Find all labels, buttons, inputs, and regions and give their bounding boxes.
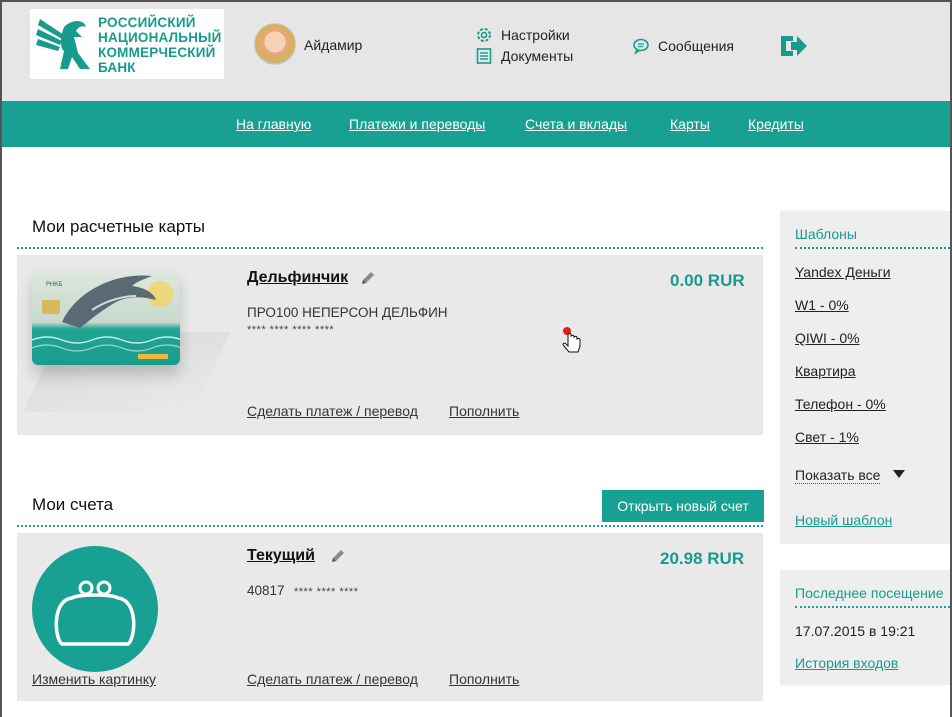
template-item[interactable]: QIWI - 0% [795, 330, 860, 346]
last-visit-title: Последнее посещение [795, 585, 944, 601]
edit-pencil-icon[interactable] [360, 270, 376, 286]
card-image[interactable]: РНКБ [32, 270, 180, 365]
template-item[interactable]: Свет - 1% [795, 429, 859, 445]
card-holder: ПРО100 НЕПЕРСОН ДЕЛЬФИН [247, 305, 448, 320]
card-name[interactable]: Дельфинчик [247, 269, 348, 287]
gear-icon [477, 28, 491, 42]
hand-cursor-icon [562, 327, 581, 353]
templates-title: Шаблоны [795, 226, 857, 242]
purse-icon [54, 580, 136, 646]
show-all-label: Показать все [795, 467, 881, 483]
card-balance: 0.00 RUR [670, 271, 745, 290]
bank-logo[interactable]: РОССИЙСКИЙ НАЦИОНАЛЬНЫЙ КОММЕРЧЕСКИЙ БАН… [30, 9, 224, 79]
app-window: РОССИЙСКИЙ НАЦИОНАЛЬНЫЙ КОММЕРЧЕСКИЙ БАН… [0, 0, 952, 717]
dolphin-card-art: РНКБ [32, 275, 180, 359]
nav-payments[interactable]: Платежи и переводы [349, 116, 485, 132]
nav-cards[interactable]: Карты [670, 116, 710, 132]
cards-section-title: Мои расчетные карты [32, 217, 205, 236]
griffin-logo-icon [36, 19, 90, 69]
messages-link[interactable]: Сообщения [632, 37, 734, 55]
last-visit-datetime: 17.07.2015 в 19:21 [795, 623, 916, 639]
header: РОССИЙСКИЙ НАЦИОНАЛЬНЫЙ КОММЕРЧЕСКИЙ БАН… [2, 2, 950, 101]
templates-divider [795, 247, 950, 249]
documents-label: Документы [501, 48, 574, 64]
nav-home[interactable]: На главную [236, 116, 311, 132]
show-all-toggle[interactable]: Показать все [795, 467, 881, 484]
user-name[interactable]: Айдамир [304, 37, 362, 53]
logout-icon[interactable] [779, 33, 809, 59]
avatar[interactable] [254, 23, 296, 65]
last-visit-panel: Последнее посещение 17.07.2015 в 19:21 И… [780, 570, 950, 685]
account-image[interactable] [32, 546, 158, 672]
template-item[interactable]: Квартира [795, 363, 856, 379]
chat-bubble-icon [633, 38, 649, 55]
nav-accounts[interactable]: Счета и вклады [525, 116, 627, 132]
change-image-link[interactable]: Изменить картинку [32, 671, 156, 687]
last-visit-divider [795, 606, 950, 608]
documents-link[interactable]: Документы [475, 47, 573, 65]
card-pay-link[interactable]: Сделать платеж / перевод [247, 403, 418, 419]
new-template-link[interactable]: Новый шаблон [795, 512, 892, 528]
account-topup-link[interactable]: Пополнить [449, 671, 519, 687]
card-number: **** **** **** **** [247, 324, 335, 336]
section-divider [17, 525, 763, 527]
settings-link[interactable]: Настройки [475, 26, 570, 44]
chevron-down-icon[interactable] [893, 470, 905, 478]
template-item[interactable]: Yandex Деньги [795, 264, 891, 280]
account-balance: 20.98 RUR [660, 549, 745, 568]
account-number-prefix: 40817 [247, 583, 285, 598]
svg-text:РНКБ: РНКБ [46, 281, 63, 288]
template-item[interactable]: Телефон - 0% [795, 396, 886, 412]
document-icon [476, 48, 492, 64]
login-history-link[interactable]: История входов [795, 655, 898, 671]
messages-label: Сообщения [658, 38, 734, 54]
account-name[interactable]: Текущий [247, 547, 315, 565]
logo-text: РОССИЙСКИЙ НАЦИОНАЛЬНЫЙ КОММЕРЧЕСКИЙ БАН… [98, 15, 222, 75]
main-nav: На главную Платежи и переводы Счета и вк… [2, 101, 950, 147]
account-pay-link[interactable]: Сделать платеж / перевод [247, 671, 418, 687]
card-topup-link[interactable]: Пополнить [449, 403, 519, 419]
open-account-button[interactable]: Открыть новый счет [602, 490, 764, 522]
templates-panel: Шаблоны Yandex Деньги W1 - 0% QIWI - 0% … [780, 211, 950, 544]
edit-pencil-icon[interactable] [330, 548, 346, 564]
template-item[interactable]: W1 - 0% [795, 297, 849, 313]
accounts-section-title: Мои счета [32, 495, 114, 514]
settings-label: Настройки [501, 27, 570, 43]
nav-credits[interactable]: Кредиты [748, 116, 804, 132]
account-number-mask: **** **** **** [294, 586, 359, 598]
section-divider [17, 247, 763, 249]
